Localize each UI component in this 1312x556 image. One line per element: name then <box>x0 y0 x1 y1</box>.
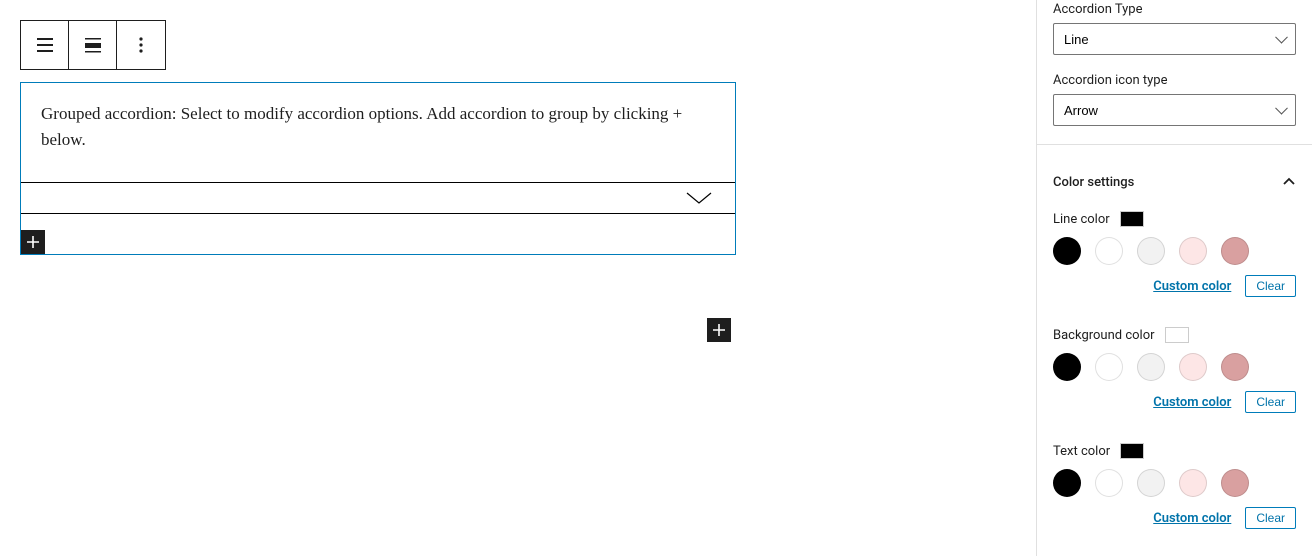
color-settings-title: Color settings <box>1053 175 1134 190</box>
accordion-type-label: Accordion Type <box>1053 2 1296 17</box>
color-swatch[interactable] <box>1053 237 1081 265</box>
chevron-up-icon <box>1282 175 1296 189</box>
block-gap <box>21 214 735 254</box>
color-swatch[interactable] <box>1137 353 1165 381</box>
align-button[interactable] <box>69 21 117 69</box>
line-color-label: Line color <box>1053 212 1110 227</box>
custom-color-link[interactable]: Custom color <box>1153 395 1231 410</box>
color-swatch[interactable] <box>1179 469 1207 497</box>
chevron-down-icon <box>685 191 713 205</box>
color-swatch[interactable] <box>1179 237 1207 265</box>
color-swatch[interactable] <box>1053 353 1081 381</box>
align-icon <box>81 33 105 57</box>
background-color-label: Background color <box>1053 328 1155 343</box>
clear-color-button[interactable]: Clear <box>1245 275 1296 297</box>
color-swatch[interactable] <box>1221 469 1249 497</box>
clear-color-button[interactable]: Clear <box>1245 391 1296 413</box>
color-swatch[interactable] <box>1137 469 1165 497</box>
color-swatch[interactable] <box>1221 237 1249 265</box>
custom-color-link[interactable]: Custom color <box>1153 511 1231 526</box>
text-color-group: Text color Custom color Clear <box>1037 443 1312 551</box>
text-color-swatches <box>1053 469 1296 497</box>
accordion-item[interactable] <box>21 182 735 214</box>
kebab-icon <box>129 33 153 57</box>
divider <box>1037 144 1312 145</box>
icon-type-select[interactable]: Arrow <box>1053 94 1296 126</box>
block-hint-text: Grouped accordion: Select to modify acco… <box>21 83 735 182</box>
color-swatch[interactable] <box>1095 469 1123 497</box>
background-color-preview <box>1165 327 1189 343</box>
stack-icon <box>33 33 57 57</box>
editor-canvas: Grouped accordion: Select to modify acco… <box>0 0 1036 556</box>
line-color-preview <box>1120 211 1144 227</box>
line-color-swatches <box>1053 237 1296 265</box>
background-color-swatches <box>1053 353 1296 381</box>
block-type-button[interactable] <box>21 21 69 69</box>
more-options-button[interactable] <box>117 21 165 69</box>
icon-type-label: Accordion icon type <box>1053 73 1296 88</box>
color-swatch[interactable] <box>1095 237 1123 265</box>
inspector-sidebar: Accordion Type Line Accordion icon type … <box>1036 0 1312 556</box>
custom-color-link[interactable]: Custom color <box>1153 279 1231 294</box>
accordion-type-select[interactable]: Line <box>1053 23 1296 55</box>
color-swatch[interactable] <box>1179 353 1207 381</box>
plus-icon <box>25 234 41 250</box>
clear-color-button[interactable]: Clear <box>1245 507 1296 529</box>
accordion-type-field: Accordion Type Line <box>1053 2 1296 55</box>
color-settings-panel-toggle[interactable]: Color settings <box>1037 161 1312 203</box>
color-swatch[interactable] <box>1053 469 1081 497</box>
color-swatch[interactable] <box>1137 237 1165 265</box>
line-color-group: Line color Custom color Clear <box>1037 211 1312 319</box>
add-block-button[interactable] <box>707 318 731 342</box>
add-accordion-button[interactable] <box>21 230 45 254</box>
grouped-accordion-block[interactable]: Grouped accordion: Select to modify acco… <box>20 82 736 255</box>
background-color-group: Background color Custom color Clear <box>1037 327 1312 435</box>
color-swatch[interactable] <box>1095 353 1123 381</box>
text-color-label: Text color <box>1053 444 1110 459</box>
text-color-preview <box>1120 443 1144 459</box>
icon-type-field: Accordion icon type Arrow <box>1053 73 1296 126</box>
plus-icon <box>711 322 727 338</box>
color-swatch[interactable] <box>1221 353 1249 381</box>
block-toolbar <box>20 20 166 70</box>
